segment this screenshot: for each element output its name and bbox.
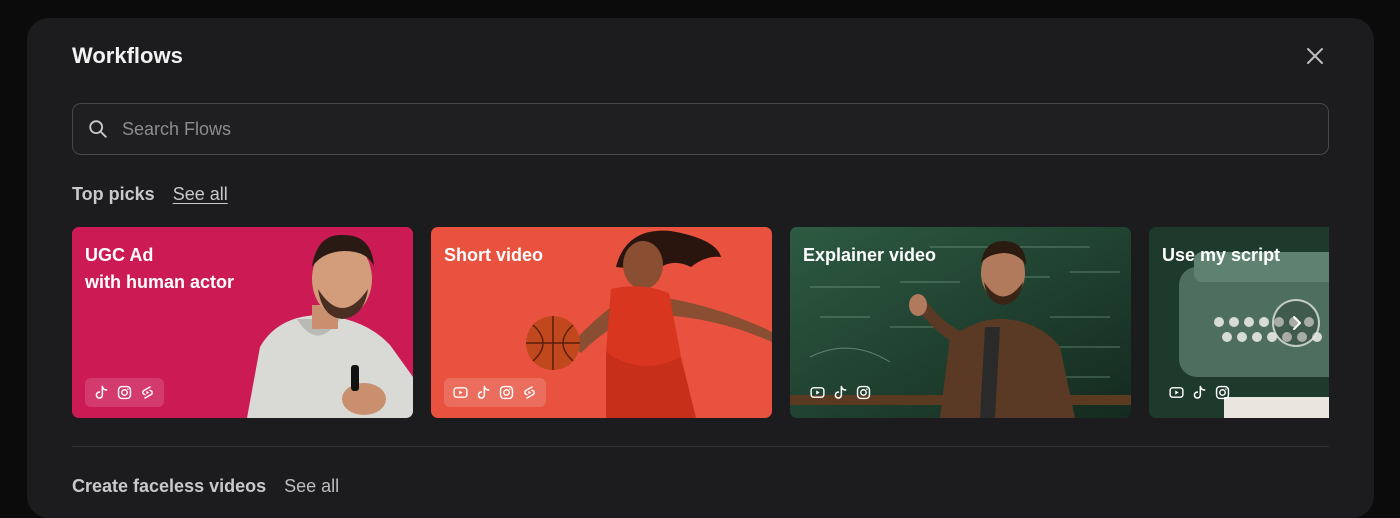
- tiktok-icon: [834, 385, 847, 399]
- section-divider: [72, 446, 1329, 447]
- search-icon: [89, 120, 107, 138]
- top-picks-carousel: UGC Ad with human actor Short video Expl…: [72, 227, 1329, 419]
- top-picks-header: Top picks See all: [72, 184, 228, 205]
- card-title-line-1: Use my script: [1162, 245, 1281, 265]
- faceless-videos-label: Create faceless videos: [72, 476, 267, 496]
- carousel-next-button[interactable]: [1272, 299, 1320, 347]
- workflow-card-ugc-ad[interactable]: UGC Ad with human actor: [72, 227, 413, 418]
- tiktok-icon: [477, 385, 490, 399]
- platform-badges: [1162, 378, 1239, 407]
- platform-badges: [444, 378, 546, 407]
- tiktok-icon: [1193, 385, 1206, 399]
- card-title: Short video: [444, 242, 644, 269]
- platform-badges: [803, 378, 880, 407]
- card-title-line-2: with human actor: [85, 272, 235, 292]
- workflows-modal: Workflows Top picks See all: [27, 18, 1374, 518]
- workflow-card-short-video[interactable]: Short video: [431, 227, 772, 418]
- top-picks-label: Top picks: [72, 184, 155, 204]
- instagram-icon: [1215, 385, 1230, 400]
- top-picks-see-all-link[interactable]: See all: [173, 184, 228, 205]
- platform-badges: [85, 378, 164, 407]
- search-input[interactable]: [122, 118, 1272, 140]
- workflow-card-explainer-video[interactable]: Explainer video: [790, 227, 1131, 418]
- card-title: UGC Ad with human actor: [85, 242, 285, 296]
- faceless-see-all-link[interactable]: See all: [284, 476, 339, 497]
- instagram-icon: [499, 385, 514, 400]
- instagram-icon: [117, 385, 132, 400]
- card-title-line-1: Short video: [444, 245, 544, 265]
- chevron-right-icon: [1293, 316, 1301, 330]
- search-bar[interactable]: [72, 103, 1329, 155]
- youtube-icon: [1169, 387, 1184, 398]
- faceless-videos-header: Create faceless videos See all: [72, 476, 339, 497]
- card-title: Explainer video: [803, 242, 1003, 269]
- card-title-line-1: UGC Ad: [85, 245, 154, 265]
- tiktok-icon: [95, 385, 108, 399]
- card-title-line-1: Explainer video: [803, 245, 937, 265]
- shorts-icon: [524, 386, 535, 399]
- modal-title: Workflows: [72, 43, 183, 68]
- card-title: Use my script: [1162, 242, 1329, 269]
- youtube-icon: [810, 387, 825, 398]
- close-icon[interactable]: [1303, 44, 1327, 68]
- instagram-icon: [856, 385, 871, 400]
- shorts-icon: [142, 386, 153, 399]
- youtube-icon: [453, 387, 468, 398]
